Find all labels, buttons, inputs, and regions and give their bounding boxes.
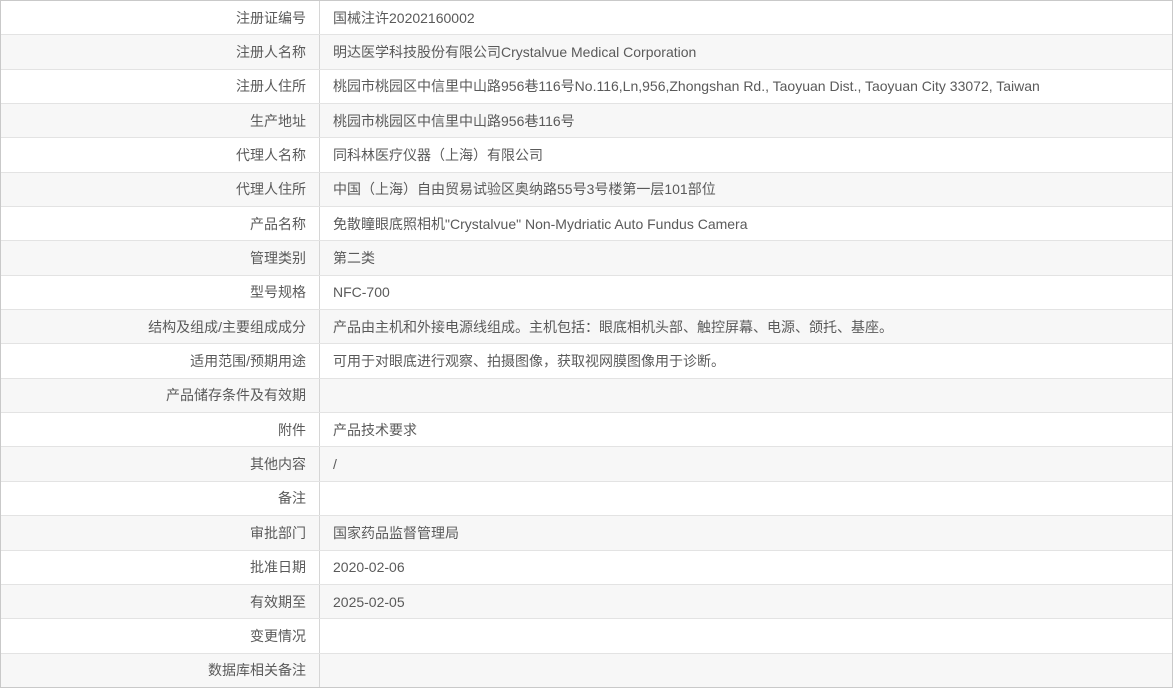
device-registration-table: 注册证编号 国械注许20202160002 注册人名称 明达医学科技股份有限公司… [0,0,1173,688]
row-label: 注册证编号 [1,1,320,34]
row-value: 产品由主机和外接电源线组成。主机包括：眼底相机头部、触控屏幕、电源、颌托、基座。 [320,317,1172,337]
row-label: 注册人名称 [1,35,320,68]
table-row: 注册证编号 国械注许20202160002 [1,1,1172,35]
row-label: 批准日期 [1,551,320,584]
row-label: 变更情况 [1,619,320,652]
row-label: 结构及组成/主要组成成分 [1,310,320,343]
row-value: NFC-700 [320,284,1172,300]
row-value: 明达医学科技股份有限公司Crystalvue Medical Corporati… [320,42,1172,62]
row-label: 产品储存条件及有效期 [1,379,320,412]
table-row: 生产地址 桃园市桃园区中信里中山路956巷116号 [1,104,1172,138]
row-label: 管理类别 [1,241,320,274]
row-label: 产品名称 [1,207,320,240]
table-row: 管理类别 第二类 [1,241,1172,275]
row-value: 桃园市桃园区中信里中山路956巷116号 [320,111,1172,131]
table-row: 审批部门 国家药品监督管理局 [1,516,1172,550]
row-value: 国械注许20202160002 [320,8,1172,28]
table-row: 数据库相关备注 [1,654,1172,687]
table-row: 结构及组成/主要组成成分 产品由主机和外接电源线组成。主机包括：眼底相机头部、触… [1,310,1172,344]
row-label: 代理人住所 [1,173,320,206]
row-label: 审批部门 [1,516,320,549]
row-value: 桃园市桃园区中信里中山路956巷116号No.116,Ln,956,Zhongs… [320,76,1172,96]
table-row: 其他内容 / [1,447,1172,481]
row-label: 数据库相关备注 [1,654,320,687]
row-value: 第二类 [320,248,1172,268]
row-label: 适用范围/预期用途 [1,344,320,377]
row-label: 备注 [1,482,320,515]
row-value: 中国（上海）自由贸易试验区奥纳路55号3号楼第一层101部位 [320,179,1172,199]
table-row: 附件 产品技术要求 [1,413,1172,447]
row-value: 2025-02-05 [320,594,1172,610]
table-row: 适用范围/预期用途 可用于对眼底进行观察、拍摄图像，获取视网膜图像用于诊断。 [1,344,1172,378]
table-row: 产品储存条件及有效期 [1,379,1172,413]
table-row: 代理人住所 中国（上海）自由贸易试验区奥纳路55号3号楼第一层101部位 [1,173,1172,207]
row-value: 可用于对眼底进行观察、拍摄图像，获取视网膜图像用于诊断。 [320,351,1172,371]
table-row: 注册人住所 桃园市桃园区中信里中山路956巷116号No.116,Ln,956,… [1,70,1172,104]
row-label: 附件 [1,413,320,446]
table-row: 变更情况 [1,619,1172,653]
row-label: 生产地址 [1,104,320,137]
table-row: 备注 [1,482,1172,516]
table-row: 有效期至 2025-02-05 [1,585,1172,619]
row-label: 型号规格 [1,276,320,309]
row-label: 其他内容 [1,447,320,480]
table-row: 批准日期 2020-02-06 [1,551,1172,585]
row-value: 2020-02-06 [320,559,1172,575]
table-row: 注册人名称 明达医学科技股份有限公司Crystalvue Medical Cor… [1,35,1172,69]
row-label: 代理人名称 [1,138,320,171]
row-value: 免散瞳眼底照相机"Crystalvue" Non-Mydriatic Auto … [320,214,1172,234]
row-value: 国家药品监督管理局 [320,523,1172,543]
row-label: 注册人住所 [1,70,320,103]
table-row: 产品名称 免散瞳眼底照相机"Crystalvue" Non-Mydriatic … [1,207,1172,241]
table-row: 型号规格 NFC-700 [1,276,1172,310]
row-value: 产品技术要求 [320,420,1172,440]
table-row: 代理人名称 同科林医疗仪器（上海）有限公司 [1,138,1172,172]
row-label: 有效期至 [1,585,320,618]
row-value: 同科林医疗仪器（上海）有限公司 [320,145,1172,165]
row-value: / [320,456,1172,472]
